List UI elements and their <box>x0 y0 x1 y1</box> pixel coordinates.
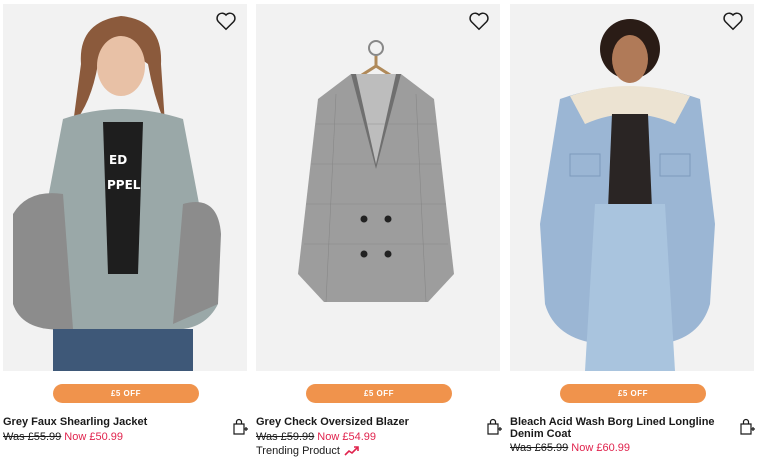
heart-icon[interactable] <box>722 10 744 32</box>
trending-label: Trending Product <box>256 445 360 457</box>
product-image[interactable] <box>256 4 500 371</box>
was-price: Was £55.99 <box>3 431 62 443</box>
product-name[interactable]: Bleach Acid Wash Borg Lined Longline Den… <box>510 416 732 440</box>
svg-text:ED: ED <box>109 153 127 167</box>
add-to-bag-icon[interactable] <box>738 418 756 436</box>
discount-badge: £5 OFF <box>306 384 452 403</box>
product-image[interactable]: ED PPEL <box>3 4 247 371</box>
price-row: Was £59.99 Now £54.99 <box>256 430 376 444</box>
discount-badge: £5 OFF <box>53 384 199 403</box>
trending-text: Trending Product <box>256 445 340 457</box>
add-to-bag-icon[interactable] <box>485 418 503 436</box>
was-price: Was £65.99 <box>510 442 569 454</box>
add-to-bag-icon[interactable] <box>231 418 249 436</box>
product-image[interactable] <box>510 4 754 371</box>
price-row: Was £65.99 Now £60.99 <box>510 441 630 455</box>
product-card[interactable]: ED PPEL £5 OFF Grey Faux Shearling Jacke… <box>3 0 249 466</box>
now-price: Now £54.99 <box>317 431 377 443</box>
trending-up-icon <box>344 446 359 456</box>
price-row: Was £55.99 Now £50.99 <box>3 430 123 444</box>
product-name[interactable]: Grey Check Oversized Blazer <box>256 416 478 428</box>
was-price: Was £59.99 <box>256 431 315 443</box>
now-price: Now £50.99 <box>64 431 124 443</box>
discount-badge: £5 OFF <box>560 384 706 403</box>
heart-icon[interactable] <box>468 10 490 32</box>
product-name[interactable]: Grey Faux Shearling Jacket <box>3 416 225 428</box>
heart-icon[interactable] <box>215 10 237 32</box>
now-price: Now £60.99 <box>571 442 631 454</box>
product-card[interactable]: £5 OFF Bleach Acid Wash Borg Lined Longl… <box>510 0 756 466</box>
product-card[interactable]: £5 OFF Grey Check Oversized Blazer Was £… <box>256 0 503 466</box>
svg-text:PPEL: PPEL <box>107 178 141 192</box>
